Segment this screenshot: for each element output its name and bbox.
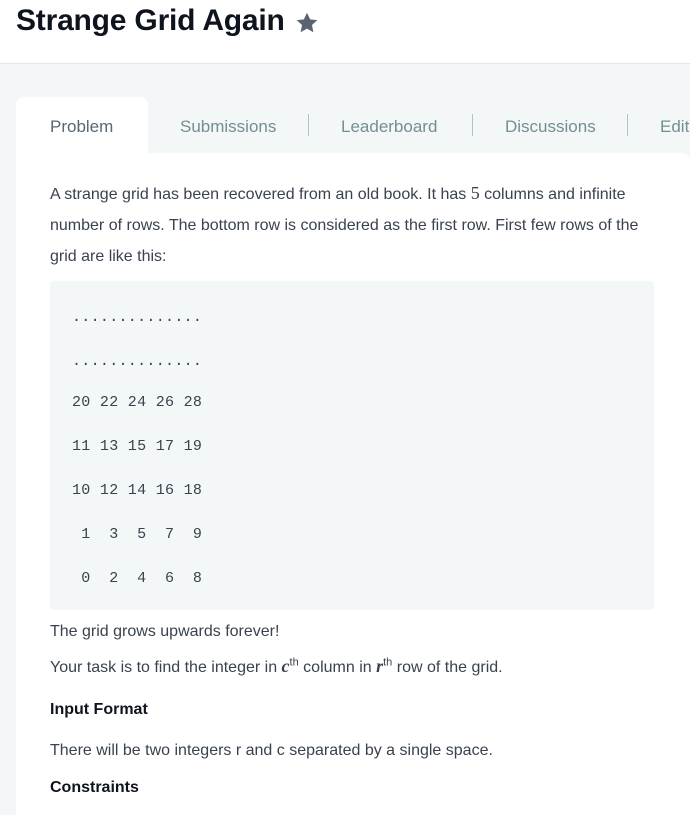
tab-submissions[interactable]: Submissions — [180, 97, 276, 155]
tab-bar: Problem Submissions Leaderboard Discussi… — [16, 97, 690, 155]
problem-intro: A strange grid has been recovered from a… — [50, 178, 650, 272]
grid-row: 20 22 24 26 28 — [72, 394, 203, 411]
task-var-c: c — [281, 656, 290, 676]
tab-divider — [472, 114, 473, 136]
tab-label: Problem — [50, 117, 114, 136]
tab-label: Leaderboard — [341, 117, 438, 136]
grid-row: 11 13 15 17 19 — [72, 438, 203, 455]
grows-text: The grid grows upwards forever! — [50, 623, 280, 640]
task-sup: th — [289, 656, 299, 669]
tab-label: Edit — [660, 117, 690, 136]
constraints-heading: Constraints — [50, 779, 139, 796]
intro-text: A strange grid has been recovered from a… — [50, 186, 471, 203]
task-text: Your task is to find the integer in cth … — [50, 656, 503, 677]
tab-discussions[interactable]: Discussions — [505, 97, 596, 155]
tab-label: Discussions — [505, 117, 596, 136]
star-icon[interactable] — [294, 10, 320, 36]
page-title: Strange Grid Again — [16, 4, 285, 37]
page-header: Strange Grid Again — [0, 0, 690, 64]
grid-row: 1 3 5 7 9 — [72, 526, 203, 543]
intro-number: 5 — [470, 183, 480, 203]
grid-code-block: .............. .............. 20 22 24 2… — [50, 281, 654, 610]
tab-label: Submissions — [180, 117, 277, 136]
input-format-text: There will be two integers r and c separ… — [50, 742, 493, 759]
tab-divider — [308, 114, 309, 136]
task-sup: th — [383, 656, 393, 669]
grid-row: .............. — [72, 353, 203, 370]
grid-row: .............. — [72, 309, 203, 326]
task-part: Your task is to find the integer in — [50, 659, 282, 676]
tab-leaderboard[interactable]: Leaderboard — [341, 97, 437, 155]
task-part: row of the grid. — [392, 659, 503, 676]
task-part: column in — [298, 659, 377, 676]
input-format-heading: Input Format — [50, 701, 148, 718]
tab-divider — [627, 114, 628, 136]
grid-row: 10 12 14 16 18 — [72, 482, 203, 499]
grid-row: 0 2 4 6 8 — [72, 570, 203, 587]
tab-editorial[interactable]: Edit — [660, 97, 690, 155]
tab-problem[interactable]: Problem — [16, 97, 148, 155]
